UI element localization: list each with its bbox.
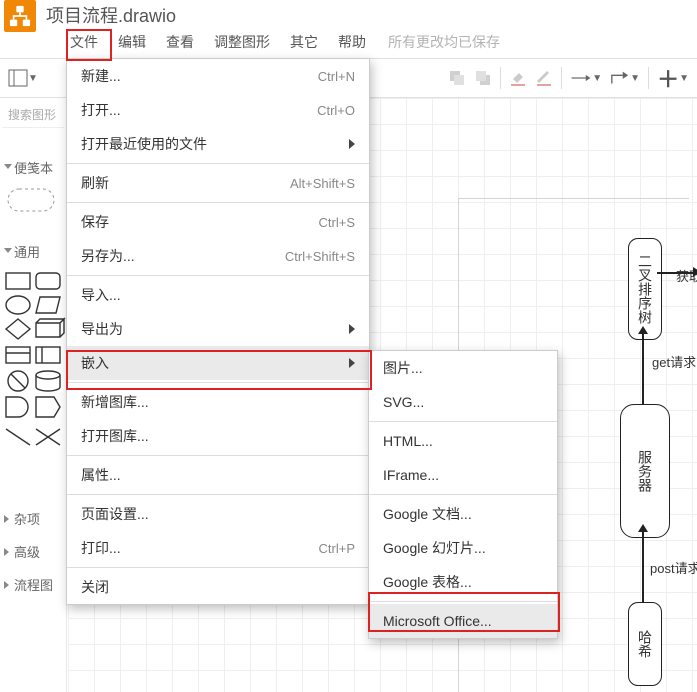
file-menu-item-shortcut-1: Ctrl+O	[317, 103, 355, 118]
arrowhead-post	[638, 524, 648, 532]
arrowhead-get	[638, 326, 648, 334]
section-misc[interactable]: 杂项	[0, 499, 66, 532]
file-menu-item-label-10: 导出为	[81, 319, 123, 339]
fill-color-icon[interactable]	[509, 69, 527, 87]
file-menu-item-shortcut-7: Ctrl+Shift+S	[285, 249, 355, 264]
file-menu-item-6[interactable]: 保存 Ctrl+S	[67, 205, 369, 239]
file-menu-item-label-11: 嵌入	[81, 353, 109, 373]
embed-menu-item-label-6: Google 文档...	[383, 504, 472, 524]
embed-menu-item-6[interactable]: Google 文档...	[369, 497, 557, 531]
file-menu-item-14[interactable]: 打开图库...	[67, 419, 369, 453]
embed-submenu: 图片... SVG... HTML... IFrame... Google 文档... G…	[368, 350, 558, 639]
search-input[interactable]: 搜索图形	[2, 102, 64, 128]
file-menu-item-label-1: 打开...	[81, 100, 121, 120]
file-menu-item-label-7: 另存为...	[81, 246, 135, 266]
file-menu-item-label-13: 新增图库...	[81, 392, 149, 412]
menu-file[interactable]: 文件	[60, 26, 108, 58]
menu-arrange[interactable]: 调整图形	[204, 26, 280, 58]
file-menu-item-shortcut-0: Ctrl+N	[318, 69, 355, 84]
label-get: get请求	[652, 352, 696, 371]
file-menu-item-label-21: 关闭	[81, 577, 109, 597]
section-scratchpad[interactable]: 便笺本	[0, 148, 66, 181]
file-menu-item-label-16: 属性...	[81, 465, 121, 485]
file-menu-item-shortcut-19: Ctrl+P	[319, 541, 355, 556]
embed-menu-item-1[interactable]: SVG...	[369, 385, 557, 419]
connection-arrows-button[interactable]: ▼	[570, 71, 602, 85]
menu-extras[interactable]: 其它	[280, 26, 328, 58]
document-title: 项目流程.drawio	[46, 2, 176, 28]
file-menu-item-9[interactable]: 导入...	[67, 278, 369, 312]
menu-view[interactable]: 查看	[156, 26, 204, 58]
chevron-right-icon	[349, 358, 355, 368]
to-back-icon[interactable]	[474, 69, 492, 87]
to-front-icon[interactable]	[448, 69, 466, 87]
edge-post	[642, 526, 644, 602]
embed-menu-item-label-4: IFrame...	[383, 467, 439, 483]
edge-tree-right	[657, 272, 697, 274]
section-flowchart[interactable]: 流程图	[0, 565, 66, 598]
file-menu-item-label-18: 页面设置...	[81, 504, 149, 524]
app-logo	[4, 0, 36, 32]
file-menu-item-shortcut-4: Alt+Shift+S	[290, 176, 355, 191]
file-menu-item-0[interactable]: 新建... Ctrl+N	[67, 59, 369, 93]
menu-edit[interactable]: 编辑	[108, 26, 156, 58]
node-hash[interactable]: 哈希	[628, 602, 662, 686]
sidebar: 搜索图形 便笺本 通用 杂项 高级 流程图	[0, 98, 67, 692]
embed-menu-item-10[interactable]: Microsoft Office...	[369, 604, 557, 638]
insert-icon[interactable]: ＋▼	[657, 62, 689, 94]
embed-menu-item-label-8: Google 表格...	[383, 572, 472, 592]
arrowhead-acquire	[693, 267, 697, 277]
embed-menu-item-label-7: Google 幻灯片...	[383, 538, 486, 558]
embed-menu-item-4[interactable]: IFrame...	[369, 458, 557, 492]
node-tree[interactable]: 二叉排序树	[628, 238, 662, 340]
embed-menu-item-label-0: 图片...	[383, 358, 423, 378]
chevron-right-icon	[349, 139, 355, 149]
embed-menu-item-3[interactable]: HTML...	[369, 424, 557, 458]
file-menu-item-4[interactable]: 刷新 Alt+Shift+S	[67, 166, 369, 200]
file-menu-item-16[interactable]: 属性...	[67, 458, 369, 492]
embed-menu-item-0[interactable]: 图片...	[369, 351, 557, 385]
file-menu-item-10[interactable]: 导出为	[67, 312, 369, 346]
node-server[interactable]: 服务器	[620, 404, 670, 538]
file-menu-item-label-9: 导入...	[81, 285, 121, 305]
file-menu-item-label-19: 打印...	[81, 538, 121, 558]
file-menu-item-2[interactable]: 打开最近使用的文件	[67, 127, 369, 161]
embed-menu-item-label-10: Microsoft Office...	[383, 613, 492, 629]
shape-palette[interactable]	[0, 265, 66, 499]
embed-menu-item-8[interactable]: Google 表格...	[369, 565, 557, 599]
file-menu-item-label-6: 保存	[81, 212, 109, 232]
file-menu-item-label-14: 打开图库...	[81, 426, 149, 446]
save-status: 所有更改均已保存	[388, 32, 500, 52]
file-menu-item-label-2: 打开最近使用的文件	[81, 134, 207, 154]
file-menu-item-1[interactable]: 打开... Ctrl+O	[67, 93, 369, 127]
section-general[interactable]: 通用	[0, 232, 66, 265]
embed-menu-item-label-3: HTML...	[383, 433, 433, 449]
chevron-right-icon	[349, 324, 355, 334]
file-menu-item-18[interactable]: 页面设置...	[67, 497, 369, 531]
line-color-icon[interactable]	[535, 69, 553, 87]
file-menu-item-13[interactable]: 新增图库...	[67, 385, 369, 419]
file-menu-item-label-0: 新建...	[81, 66, 121, 86]
file-menu-item-19[interactable]: 打印... Ctrl+P	[67, 531, 369, 565]
view-mode-button[interactable]: ▼	[8, 69, 38, 87]
file-dropdown: 新建... Ctrl+N 打开... Ctrl+O 打开最近使用的文件刷新 Alt+Shi…	[66, 58, 370, 605]
file-menu-item-shortcut-6: Ctrl+S	[319, 215, 355, 230]
scratchpad-shape[interactable]	[6, 187, 56, 213]
menubar: 文件 编辑 查看 调整图形 其它 帮助 所有更改均已保存	[0, 26, 697, 59]
waypoints-button[interactable]: ▼	[610, 70, 640, 86]
menu-help[interactable]: 帮助	[328, 26, 376, 58]
edge-get	[642, 328, 644, 404]
file-menu-item-label-4: 刷新	[81, 173, 109, 193]
file-menu-item-11[interactable]: 嵌入	[67, 346, 369, 380]
file-menu-item-21[interactable]: 关闭	[67, 570, 369, 604]
section-advanced[interactable]: 高级	[0, 532, 66, 565]
label-post: post请求	[650, 558, 697, 577]
embed-menu-item-7[interactable]: Google 幻灯片...	[369, 531, 557, 565]
file-menu-item-7[interactable]: 另存为... Ctrl+Shift+S	[67, 239, 369, 273]
embed-menu-item-label-1: SVG...	[383, 394, 424, 410]
